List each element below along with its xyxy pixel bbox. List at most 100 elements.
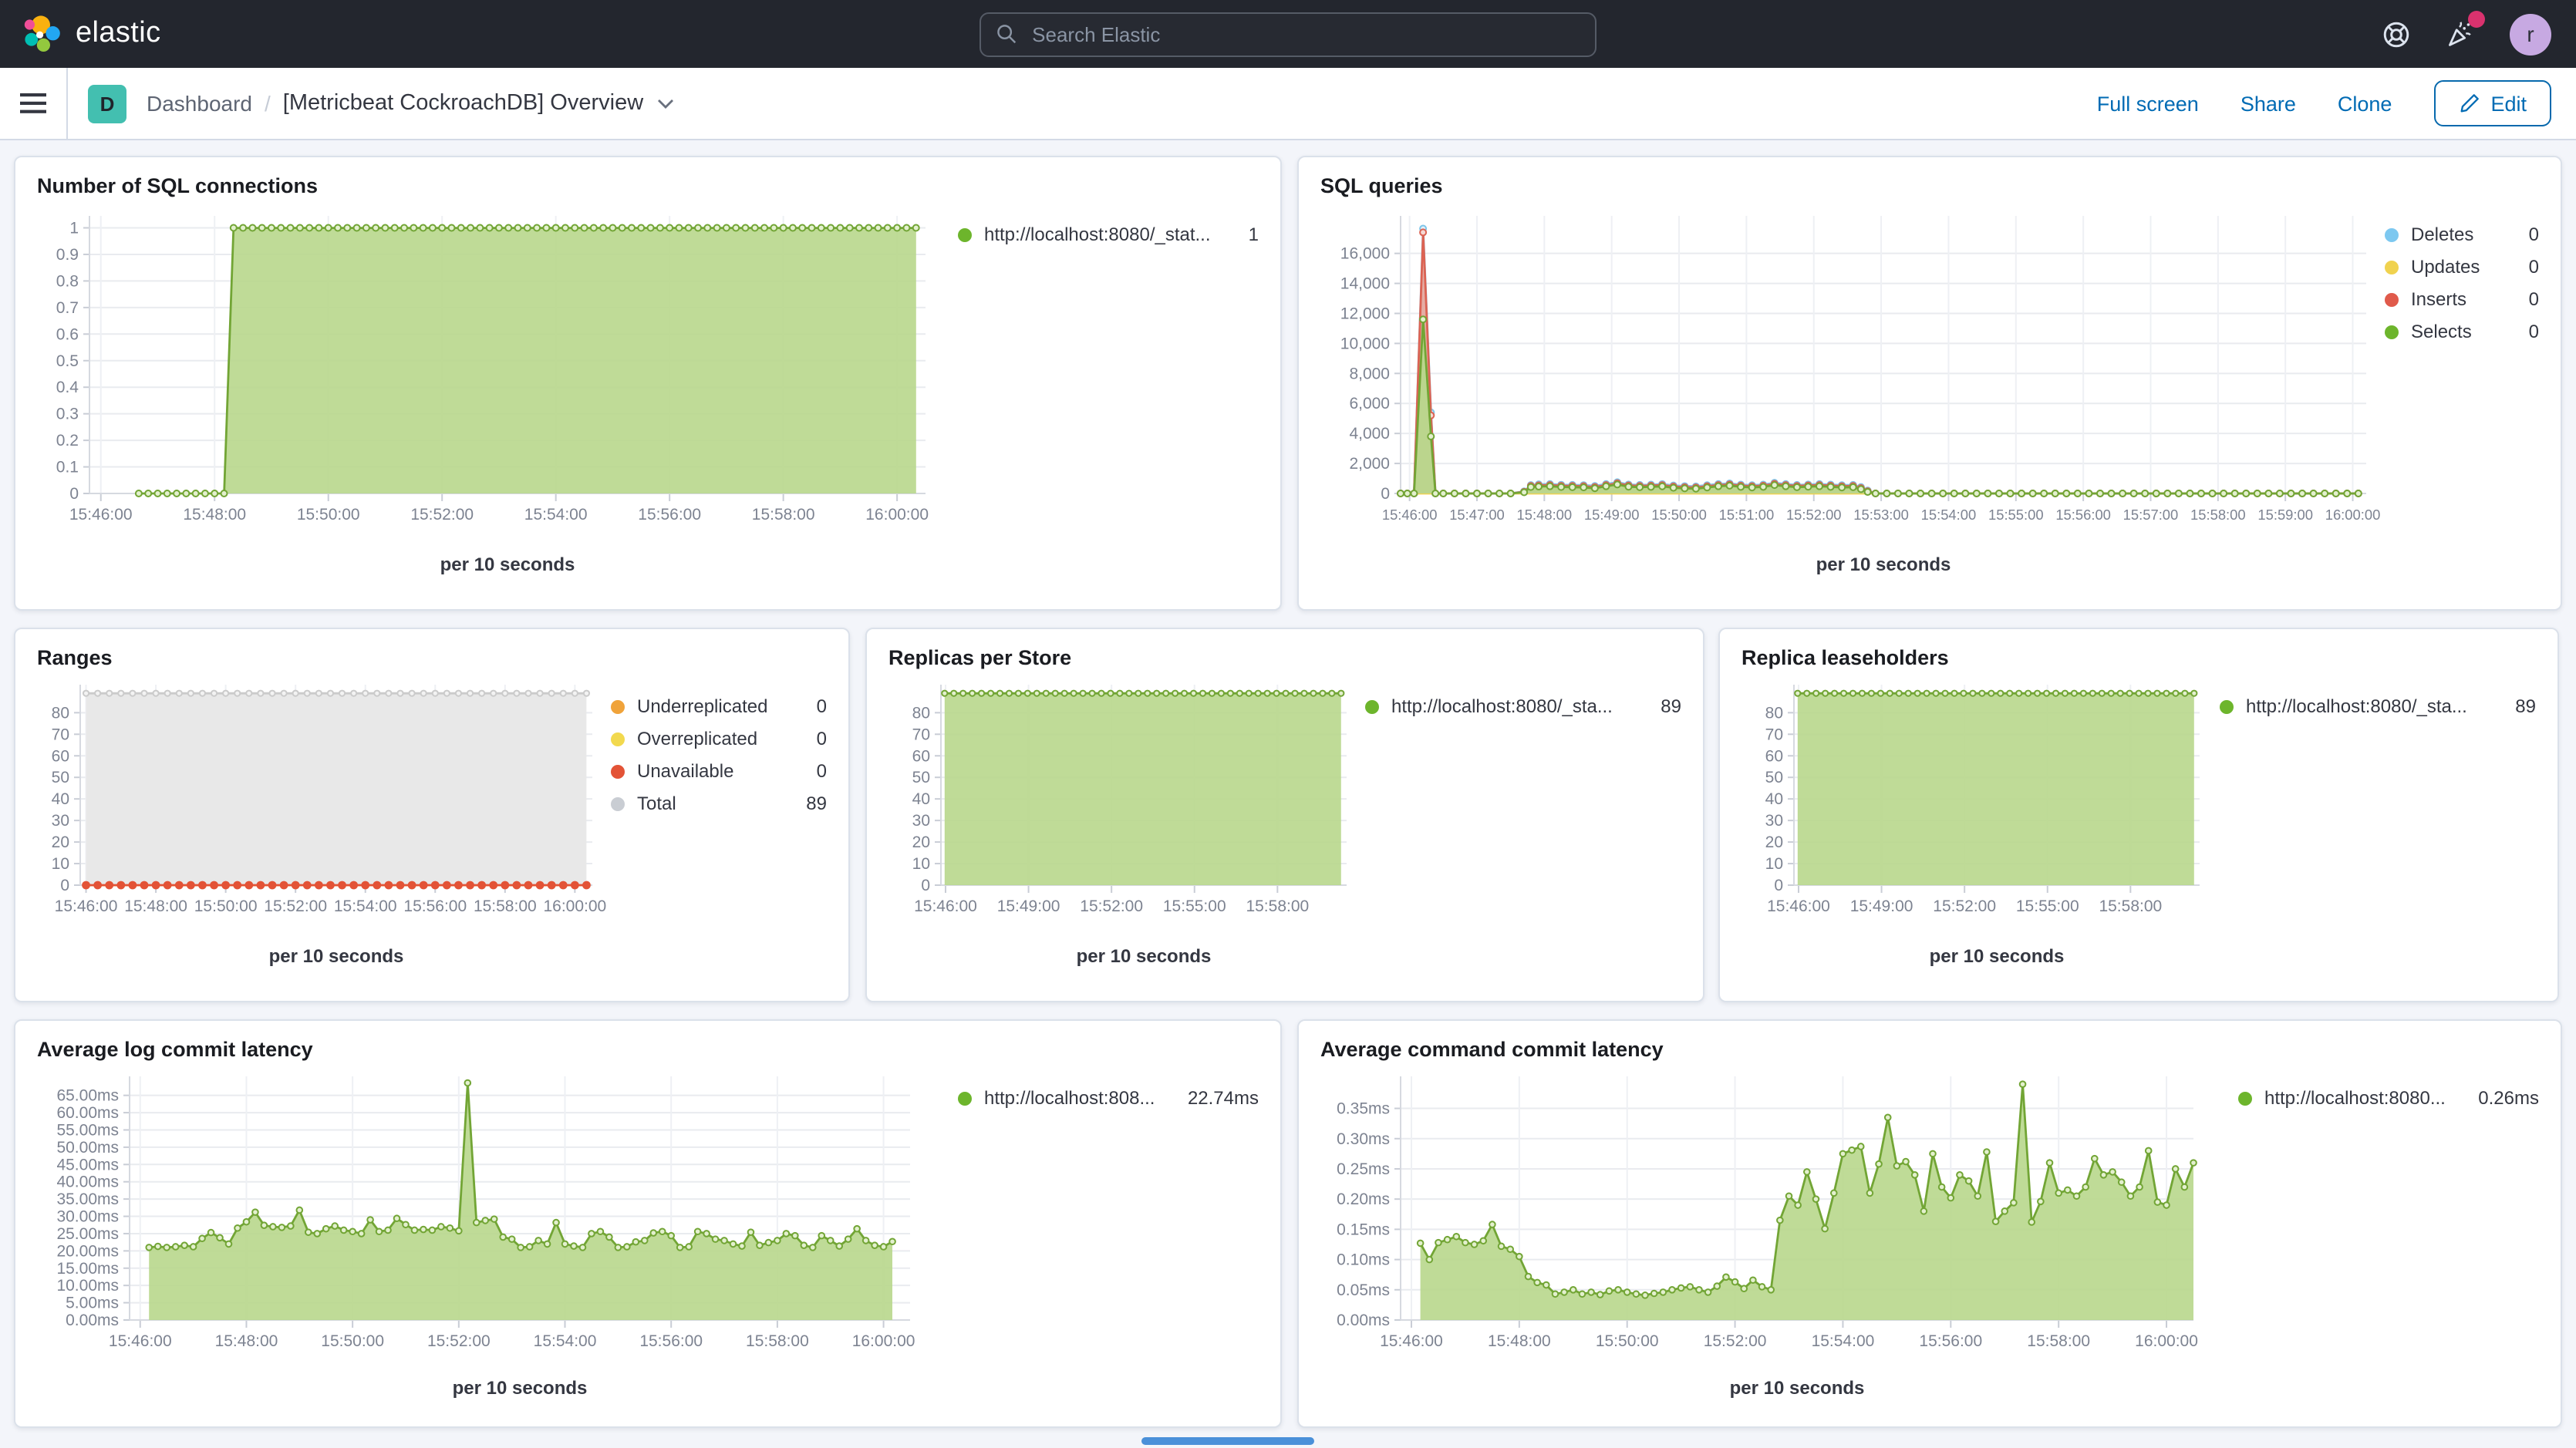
- svg-text:16,000: 16,000: [1340, 245, 1390, 263]
- svg-text:per 10 seconds: per 10 seconds: [440, 554, 575, 575]
- legend-value: 0: [2514, 290, 2539, 310]
- legend-item[interactable]: http://localhost:8080/_stat...1: [958, 225, 1259, 245]
- legend-item[interactable]: http://localhost:8080/_sta...89: [1365, 697, 1681, 717]
- legend-item[interactable]: Underreplicated0: [611, 697, 827, 717]
- legend-color-dot: [2385, 325, 2399, 339]
- svg-text:40: 40: [912, 790, 930, 808]
- legend-label: Unavailable: [637, 762, 733, 782]
- svg-text:15:54:00: 15:54:00: [1812, 1332, 1875, 1350]
- svg-text:0.3: 0.3: [56, 406, 79, 423]
- svg-text:80: 80: [1765, 704, 1783, 722]
- legend-item[interactable]: Inserts0: [2385, 290, 2539, 310]
- notification-dot: [2468, 11, 2485, 28]
- legend-item[interactable]: Unavailable0: [611, 762, 827, 782]
- svg-text:0.4: 0.4: [56, 379, 79, 396]
- legend-color-dot: [2220, 700, 2234, 714]
- help-button[interactable]: [2382, 19, 2411, 49]
- user-avatar[interactable]: r: [2510, 13, 2551, 55]
- legend-value: 0: [801, 697, 827, 717]
- svg-text:15:48:00: 15:48:00: [1488, 1332, 1551, 1350]
- breadcrumb-dashboard-link[interactable]: Dashboard: [147, 91, 252, 116]
- svg-text:0.1: 0.1: [56, 459, 79, 476]
- legend-item[interactable]: Overreplicated0: [611, 729, 827, 749]
- nav-menu-button[interactable]: [0, 68, 66, 139]
- legend-item[interactable]: http://localhost:8080...0.26ms: [2238, 1089, 2539, 1109]
- clone-button[interactable]: Clone: [2338, 92, 2392, 115]
- full-screen-button[interactable]: Full screen: [2097, 92, 2199, 115]
- legend-color-dot: [2385, 261, 2399, 274]
- ranges-chart[interactable]: 8070605040302010015:46:0015:48:0015:50:0…: [37, 669, 608, 972]
- elastic-home-link[interactable]: elastic: [0, 14, 161, 54]
- svg-text:8,000: 8,000: [1349, 365, 1390, 382]
- svg-text:15:56:00: 15:56:00: [638, 506, 701, 524]
- legend-item[interactable]: http://localhost:8080/_sta...89: [2220, 697, 2536, 717]
- legend-item[interactable]: Updates0: [2385, 258, 2539, 278]
- legend-item[interactable]: Total89: [611, 794, 827, 814]
- replicas-per-store-chart[interactable]: 8070605040302010015:46:0015:49:0015:52:0…: [888, 669, 1359, 972]
- svg-text:55.00ms: 55.00ms: [56, 1121, 119, 1139]
- panel-title: Ranges: [15, 629, 848, 669]
- svg-text:0.5: 0.5: [56, 352, 79, 370]
- svg-text:15:50:00: 15:50:00: [297, 506, 360, 524]
- svg-text:30: 30: [1765, 812, 1783, 830]
- svg-text:15:52:00: 15:52:00: [1704, 1332, 1767, 1350]
- svg-text:30.00ms: 30.00ms: [56, 1208, 119, 1226]
- svg-text:15:50:00: 15:50:00: [1596, 1332, 1659, 1350]
- legend-item[interactable]: Selects0: [2385, 322, 2539, 342]
- svg-text:15:52:00: 15:52:00: [427, 1332, 491, 1350]
- replica-leaseholders-chart[interactable]: 8070605040302010015:46:0015:49:0015:52:0…: [1741, 669, 2212, 972]
- svg-text:15:54:00: 15:54:00: [524, 506, 588, 524]
- chart-legend: http://localhost:8080...0.26ms: [2238, 1061, 2539, 1403]
- breadcrumb: Dashboard / [Metricbeat CockroachDB] Ove…: [147, 91, 674, 116]
- svg-text:0.20ms: 0.20ms: [1337, 1190, 1390, 1208]
- svg-text:15.00ms: 15.00ms: [56, 1260, 119, 1278]
- chart-legend: http://localhost:8080/_stat...1: [958, 197, 1259, 580]
- svg-text:15:48:00: 15:48:00: [1517, 507, 1573, 523]
- average-command-commit-latency-chart[interactable]: 0.35ms0.30ms0.25ms0.20ms0.15ms0.10ms0.05…: [1320, 1061, 2215, 1403]
- global-search-bar[interactable]: [979, 12, 1597, 56]
- sql-queries-chart[interactable]: 02,0004,0006,0008,00010,00012,00014,0001…: [1320, 197, 2385, 580]
- share-button[interactable]: Share: [2241, 92, 2296, 115]
- svg-text:15:52:00: 15:52:00: [264, 897, 327, 915]
- breadcrumb-separator: /: [265, 91, 271, 116]
- title-dropdown-button[interactable]: [657, 98, 674, 109]
- svg-text:15:52:00: 15:52:00: [1080, 897, 1143, 915]
- svg-text:0.25ms: 0.25ms: [1337, 1160, 1390, 1178]
- legend-label: Deletes: [2411, 225, 2473, 245]
- legend-label: http://localhost:808...: [984, 1089, 1155, 1109]
- legend-color-dot: [611, 797, 625, 811]
- toolbar-divider: [66, 68, 68, 139]
- svg-text:45.00ms: 45.00ms: [56, 1156, 119, 1174]
- panel-average-command-commit-latency: Average command commit latency 0.35ms0.3…: [1297, 1019, 2562, 1428]
- svg-text:15:46:00: 15:46:00: [1767, 897, 1830, 915]
- average-log-commit-latency-chart[interactable]: 65.00ms60.00ms55.00ms50.00ms45.00ms40.00…: [37, 1061, 932, 1403]
- svg-text:25.00ms: 25.00ms: [56, 1225, 119, 1243]
- chart-legend: Deletes0Updates0Inserts0Selects0: [2385, 197, 2539, 580]
- svg-text:16:00:00: 16:00:00: [865, 506, 929, 524]
- edit-button[interactable]: Edit: [2433, 80, 2551, 126]
- legend-item[interactable]: http://localhost:808...22.74ms: [958, 1089, 1259, 1109]
- svg-text:0: 0: [1381, 485, 1390, 503]
- search-input[interactable]: [1029, 21, 1580, 47]
- whats-new-button[interactable]: [2445, 19, 2476, 49]
- chart-legend: http://localhost:8080/_sta...89: [2220, 669, 2536, 972]
- panel-title: Replica leaseholders: [1720, 629, 2557, 669]
- legend-color-dot: [611, 732, 625, 746]
- panel-replica-leaseholders: Replica leaseholders 8070605040302010015…: [1718, 628, 2559, 1002]
- dashboard-badge[interactable]: D: [88, 84, 126, 123]
- number-of-sql-connections-chart[interactable]: 10.90.80.70.60.50.40.30.20.1015:46:0015:…: [37, 197, 947, 580]
- svg-text:15:58:00: 15:58:00: [2027, 1332, 2090, 1350]
- svg-text:15:54:00: 15:54:00: [1921, 507, 1977, 523]
- svg-text:15:55:00: 15:55:00: [1163, 897, 1226, 915]
- svg-text:20: 20: [912, 833, 930, 851]
- legend-label: http://localhost:8080/_sta...: [1391, 697, 1613, 717]
- legend-item[interactable]: Deletes0: [2385, 225, 2539, 245]
- horizontal-scrollbar-thumb[interactable]: [1141, 1437, 1314, 1445]
- svg-text:15:47:00: 15:47:00: [1449, 507, 1505, 523]
- svg-text:20: 20: [1765, 833, 1783, 851]
- svg-text:15:46:00: 15:46:00: [1380, 1332, 1443, 1350]
- svg-text:10.00ms: 10.00ms: [56, 1277, 119, 1295]
- legend-value: 1: [1233, 225, 1259, 245]
- svg-text:15:50:00: 15:50:00: [194, 897, 258, 915]
- legend-value: 89: [791, 794, 827, 814]
